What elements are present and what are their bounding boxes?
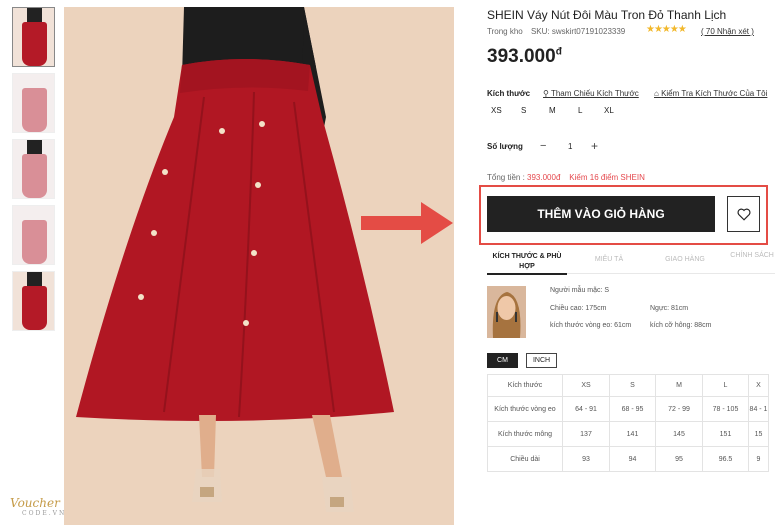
total-amount: 393.000đ — [527, 173, 561, 182]
table-row: Kích thước mông 137 141 145 151 15 — [487, 421, 769, 447]
tab-description[interactable]: MIÊU TẢ — [587, 255, 631, 265]
model-size: Người mẫu mặc: S — [550, 287, 610, 294]
size-table-cell: 93 — [562, 446, 610, 472]
size-reference-text: Tham Chiếu Kích Thước — [550, 89, 639, 98]
size-table-cell: 95 — [655, 446, 703, 472]
quantity-value[interactable]: 1 — [568, 142, 572, 151]
size-table-header-cell: X — [748, 374, 769, 397]
size-table-cell: Chiều dài — [487, 446, 563, 472]
size-table-header-cell: M — [655, 374, 703, 397]
add-to-cart-button[interactable]: THÊM VÀO GIỎ HÀNG — [487, 196, 715, 232]
product-title: SHEIN Váy Nút Đôi Màu Tron Đỏ Thanh Lịch — [487, 8, 727, 22]
quantity-minus-button[interactable]: − — [540, 140, 546, 152]
watermark-sub: CODE.VN — [22, 510, 67, 517]
price-value: 393.000 — [487, 46, 556, 67]
size-option-l[interactable]: L — [578, 106, 582, 115]
size-table-cell: 15 — [748, 421, 769, 447]
ruler-icon: ⚲ — [543, 89, 551, 98]
size-table: Kích thước XS S M L X Kích thước vòng eo… — [487, 374, 769, 472]
red-arrow-icon — [361, 202, 453, 244]
price-currency: đ — [555, 46, 562, 58]
model-waist: kích thước vòng eo: 61cm — [550, 322, 632, 329]
size-table-cell: 137 — [562, 421, 610, 447]
size-option-xs[interactable]: XS — [491, 106, 502, 115]
product-price: 393.000đ — [487, 46, 562, 68]
size-option-s[interactable]: S — [521, 106, 526, 115]
size-table-cell: 145 — [655, 421, 703, 447]
wishlist-button[interactable] — [727, 196, 760, 232]
size-table-cell: 68 - 95 — [609, 396, 656, 422]
size-reference-link[interactable]: ⚲ Tham Chiếu Kích Thước — [543, 89, 639, 98]
tab-return-policy[interactable]: CHÍNH SÁCH TRẢ — [730, 251, 775, 261]
size-table-cell: 78 - 105 — [702, 396, 749, 422]
size-table-header-cell: Kích thước — [487, 374, 563, 397]
size-table-cell: 72 - 99 — [655, 396, 703, 422]
model-bust: Ngực: 81cm — [650, 305, 689, 312]
size-table-cell: 9 — [748, 446, 769, 472]
sku: SKU: swskirt07191023339 — [530, 27, 626, 36]
watermark-logo: Voucher CODE.VN — [10, 496, 66, 517]
thumbnail-2[interactable] — [12, 73, 55, 133]
size-table-cell: 151 — [702, 421, 749, 447]
thumbnail-list — [12, 7, 56, 337]
unit-inch-button[interactable]: INCH — [526, 353, 557, 368]
table-row: Kích thước vòng eo 64 - 91 68 - 95 72 - … — [487, 396, 769, 422]
table-row: Chiều dài 93 94 95 96.5 9 — [487, 446, 769, 472]
product-main-image[interactable] — [64, 7, 454, 525]
size-option-xl[interactable]: XL — [604, 106, 614, 115]
tab-size-fit[interactable]: KÍCH THƯỚC & PHÙ HỢP — [487, 252, 567, 275]
size-table-header-cell: S — [609, 374, 656, 397]
size-table-cell: 64 - 91 — [562, 396, 610, 422]
reviews-link[interactable]: ( 70 Nhận xét ) — [701, 27, 754, 36]
size-check-link[interactable]: ⌂ Kiểm Tra Kích Thước Của Tôi — [654, 89, 767, 98]
product-photo-illustration — [76, 7, 394, 512]
size-table-cell: 96.5 — [702, 446, 749, 472]
thumbnail-5[interactable] — [12, 271, 55, 331]
thumbnail-4[interactable] — [12, 205, 55, 265]
size-table-cell: 94 — [609, 446, 656, 472]
stock-sku-row: Trong kho SKU: swskirt07191023339 — [487, 27, 631, 36]
size-table-cell: 84 - 1 — [748, 396, 769, 422]
size-table-header: Kích thước XS S M L X — [487, 374, 769, 397]
size-label: Kích thước — [487, 89, 531, 98]
heart-icon — [737, 208, 750, 221]
model-portrait — [487, 286, 526, 338]
total-label: Tổng tiền : — [487, 173, 528, 182]
model-height: Chiều cao: 175cm — [550, 305, 607, 312]
unit-cm-button[interactable]: CM — [487, 353, 518, 368]
size-check-text: Kiểm Tra Kích Thước Của Tôi — [661, 89, 768, 98]
hanger-icon: ⌂ — [654, 89, 662, 98]
model-hip: kích cỡ hông: 88cm — [650, 322, 712, 329]
size-option-m[interactable]: M — [549, 106, 556, 115]
size-table-header-cell: XS — [562, 374, 610, 397]
watermark-main: Voucher — [10, 496, 60, 510]
size-table-cell: Kích thước vòng eo — [487, 396, 563, 422]
tab-shipping[interactable]: GIAO HÀNG — [655, 255, 715, 265]
stock-status: Trong kho — [487, 27, 523, 36]
size-table-cell: Kích thước mông — [487, 421, 563, 447]
total-row: Tổng tiền : 393.000đ Kiếm 16 điểm SHEIN — [487, 173, 645, 182]
quantity-plus-button[interactable]: + — [591, 139, 598, 153]
rating-stars-icon: ★★★★★ — [646, 24, 687, 35]
size-table-cell: 141 — [609, 421, 656, 447]
quantity-label: Số lượng — [487, 142, 523, 151]
thumbnail-3[interactable] — [12, 139, 55, 199]
size-table-header-cell: L — [702, 374, 749, 397]
thumbnail-1[interactable] — [12, 7, 55, 67]
info-tabs: KÍCH THƯỚC & PHÙ HỢP MIÊU TẢ GIAO HÀNG C… — [487, 248, 775, 275]
model-photo — [487, 286, 526, 338]
points-earned: Kiếm 16 điểm SHEIN — [569, 173, 645, 182]
